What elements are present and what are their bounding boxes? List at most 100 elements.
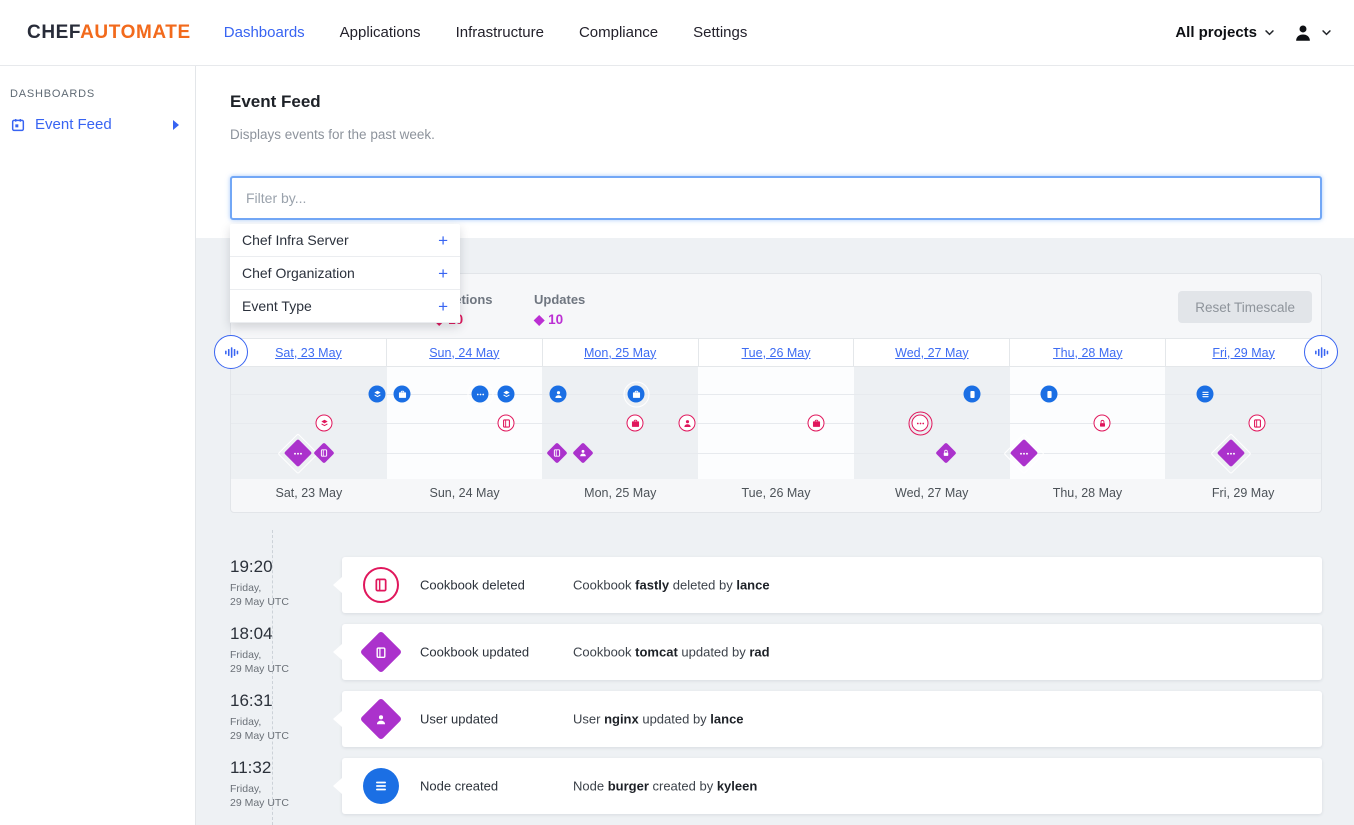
list-icon bbox=[373, 778, 389, 794]
day-header-row: Sat, 23 May Sun, 24 May Mon, 25 May Tue,… bbox=[231, 338, 1321, 367]
day-header-cell: Fri, 29 May bbox=[1166, 339, 1321, 366]
nav-item-settings[interactable]: Settings bbox=[693, 24, 747, 41]
person-icon bbox=[682, 418, 692, 428]
event-marker-updated-ellipsis[interactable] bbox=[1217, 439, 1245, 467]
day-link[interactable]: Fri, 29 May bbox=[1212, 346, 1275, 360]
event-marker-created-doc[interactable] bbox=[1041, 386, 1058, 403]
event-title: Cookbook deleted bbox=[420, 578, 525, 593]
event-marker-created-person[interactable] bbox=[550, 386, 567, 403]
event-date: Friday,29 May UTC bbox=[230, 716, 306, 743]
add-filter-plus-icon[interactable]: + bbox=[438, 298, 448, 315]
gridline bbox=[231, 453, 1321, 454]
event-description: Cookbook fastly deleted by lance bbox=[573, 578, 770, 593]
event-card: Cookbook updated Cookbook tomcat updated… bbox=[342, 624, 1322, 680]
event-marker-created-doc[interactable] bbox=[964, 386, 981, 403]
card-tail bbox=[333, 711, 342, 727]
dropdown-item-chef-infra-server[interactable]: Chef Infra Server + bbox=[230, 224, 460, 257]
event-marker-created-ellipsis[interactable] bbox=[472, 386, 489, 403]
sidebar: DASHBOARDS Event Feed bbox=[0, 66, 196, 825]
page-subtitle: Displays events for the past week. bbox=[230, 127, 435, 142]
day-header-cell: Sun, 24 May bbox=[387, 339, 543, 366]
axis-label: Fri, 29 May bbox=[1165, 486, 1321, 500]
event-type-icon-person bbox=[360, 698, 402, 740]
dropdown-item-label: Event Type bbox=[242, 298, 312, 314]
event-description: Node burger created by kyleen bbox=[573, 779, 757, 794]
dropdown-item-chef-organization[interactable]: Chef Organization + bbox=[230, 257, 460, 290]
event-marker-deleted-briefcase[interactable] bbox=[808, 415, 825, 432]
event-time: 16:31 Friday,29 May UTC bbox=[230, 691, 306, 743]
book-icon bbox=[553, 449, 562, 458]
event-marker-updated-ellipsis[interactable] bbox=[284, 439, 312, 467]
day-link[interactable]: Sun, 24 May bbox=[429, 346, 499, 360]
ellipsis-icon bbox=[293, 448, 304, 459]
chef-automate-app: CHEFAUTOMATE DashboardsApplicationsInfra… bbox=[0, 0, 1354, 825]
chevron-down-icon[interactable] bbox=[1319, 25, 1334, 40]
sidebar-section-label: DASHBOARDS bbox=[10, 88, 185, 100]
event-marker-deleted-book[interactable] bbox=[498, 415, 515, 432]
day-link[interactable]: Tue, 26 May bbox=[742, 346, 811, 360]
reset-timescale-button[interactable]: Reset Timescale bbox=[1178, 291, 1312, 323]
event-card: Cookbook deleted Cookbook fastly deleted… bbox=[342, 557, 1322, 613]
event-time-value: 19:20 bbox=[230, 557, 306, 577]
stat-updates: Updates ◆ 10 bbox=[534, 292, 585, 328]
event-time: 11:32 Friday,29 May UTC bbox=[230, 758, 306, 810]
dropdown-item-event-type[interactable]: Event Type + bbox=[230, 290, 460, 323]
briefcase-icon bbox=[811, 418, 821, 428]
list-icon bbox=[1200, 389, 1210, 399]
day-link[interactable]: Wed, 27 May bbox=[895, 346, 968, 360]
timeline-axis-labels: Sat, 23 MaySun, 24 MayMon, 25 MayTue, 26… bbox=[231, 486, 1321, 500]
lock-icon bbox=[942, 449, 951, 458]
event-marker-deleted-ellipsis[interactable] bbox=[912, 415, 929, 432]
calendar-icon bbox=[10, 117, 26, 133]
book-icon bbox=[1252, 418, 1262, 428]
card-tail bbox=[333, 577, 342, 593]
nav-item-infrastructure[interactable]: Infrastructure bbox=[456, 24, 544, 41]
event-marker-created-list[interactable] bbox=[1197, 386, 1214, 403]
event-marker-deleted-person[interactable] bbox=[679, 415, 696, 432]
event-title: Node created bbox=[420, 779, 498, 794]
day-header-cell: Sat, 23 May bbox=[231, 339, 387, 366]
event-marker-deleted-briefcase[interactable] bbox=[627, 415, 644, 432]
nav-item-compliance[interactable]: Compliance bbox=[579, 24, 658, 41]
axis-label: Sun, 24 May bbox=[387, 486, 543, 500]
event-date: Friday,29 May UTC bbox=[230, 649, 306, 676]
book-icon bbox=[320, 449, 329, 458]
day-link[interactable]: Sat, 23 May bbox=[275, 346, 342, 360]
nav-item-applications[interactable]: Applications bbox=[340, 24, 421, 41]
day-link[interactable]: Thu, 28 May bbox=[1053, 346, 1122, 360]
filter-input[interactable] bbox=[230, 176, 1322, 220]
book-icon bbox=[501, 418, 511, 428]
event-marker-created-layers[interactable] bbox=[498, 386, 515, 403]
add-filter-plus-icon[interactable]: + bbox=[438, 265, 448, 282]
project-selector[interactable]: All projects bbox=[1175, 24, 1257, 41]
event-marker-deleted-layers[interactable] bbox=[316, 415, 333, 432]
day-link[interactable]: Mon, 25 May bbox=[584, 346, 656, 360]
event-marker-updated-ellipsis[interactable] bbox=[1010, 439, 1038, 467]
event-description: Cookbook tomcat updated by rad bbox=[573, 645, 770, 660]
stat-label: Updates bbox=[534, 292, 585, 307]
event-marker-created-layers[interactable] bbox=[369, 386, 386, 403]
sidebar-item-label: Event Feed bbox=[35, 116, 112, 133]
timeline-grid bbox=[231, 367, 1321, 479]
event-marker-created-briefcase[interactable] bbox=[394, 386, 411, 403]
chevron-down-icon[interactable] bbox=[1262, 25, 1277, 40]
event-marker-deleted-lock[interactable] bbox=[1094, 415, 1111, 432]
person-icon bbox=[1292, 22, 1314, 44]
event-title: Cookbook updated bbox=[420, 645, 529, 660]
event-time: 18:04 Friday,29 May UTC bbox=[230, 624, 306, 676]
event-type-icon-list bbox=[363, 768, 399, 804]
ellipsis-icon bbox=[1019, 448, 1030, 459]
sidebar-item-event-feed[interactable]: Event Feed bbox=[10, 116, 185, 133]
timescale-slider-right-button[interactable] bbox=[1304, 335, 1338, 369]
topnav-right: All projects bbox=[1175, 22, 1334, 44]
timescale-slider-left-button[interactable] bbox=[214, 335, 248, 369]
event-marker-deleted-book[interactable] bbox=[1249, 415, 1266, 432]
event-marker-created-briefcase[interactable] bbox=[628, 386, 645, 403]
expand-arrow-icon[interactable] bbox=[173, 120, 179, 130]
add-filter-plus-icon[interactable]: + bbox=[438, 232, 448, 249]
user-avatar-icon[interactable] bbox=[1292, 22, 1314, 44]
event-type-icon-book bbox=[363, 567, 399, 603]
top-navigation: CHEFAUTOMATE DashboardsApplicationsInfra… bbox=[0, 0, 1354, 66]
nav-item-dashboards[interactable]: Dashboards bbox=[224, 24, 305, 41]
doc-icon bbox=[1044, 389, 1054, 399]
